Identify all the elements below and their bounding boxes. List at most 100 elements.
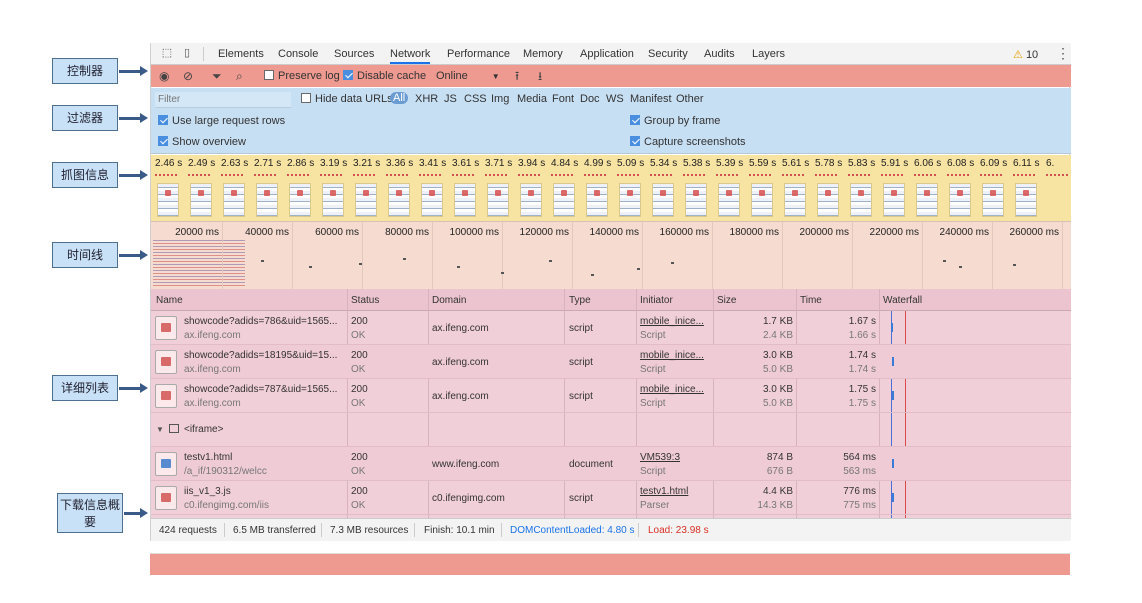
type-filter-js[interactable]: JS [444, 93, 457, 105]
column-initiator[interactable]: Initiator [640, 295, 673, 306]
screenshot-frame[interactable]: 5.39 s [712, 155, 746, 221]
column-waterfall[interactable]: Waterfall [883, 295, 922, 306]
request-name[interactable]: showcode?adids=787&uid=1565... [184, 384, 344, 395]
filter-input[interactable] [155, 92, 291, 108]
screenshot-frame[interactable]: 4.99 s [580, 155, 614, 221]
preserve-log-checkbox[interactable]: Preserve log [264, 70, 340, 82]
screenshot-frame[interactable]: 3.94 s [514, 155, 548, 221]
tab-console[interactable]: Console [278, 48, 318, 60]
type-filter-manifest[interactable]: Manifest [630, 93, 672, 105]
tab-audits[interactable]: Audits [704, 48, 735, 60]
type-filter-other[interactable]: Other [676, 93, 704, 105]
screenshot-frame[interactable]: 2.46 s [151, 155, 185, 221]
request-initiator[interactable]: mobile_inice... [640, 384, 710, 395]
request-name[interactable]: testv1.html [184, 452, 344, 463]
screenshot-frame[interactable]: 2.49 s [184, 155, 218, 221]
screenshot-frame[interactable]: 2.63 s [217, 155, 251, 221]
type-filter-media[interactable]: Media [517, 93, 547, 105]
warning-counter[interactable]: ⚠ 10 [1013, 48, 1038, 61]
tab-sources[interactable]: Sources [334, 48, 374, 60]
screenshot-frame[interactable]: 3.71 s [481, 155, 515, 221]
group-by-frame-checkbox[interactable]: Group by frame [630, 115, 720, 127]
show-overview-box[interactable] [158, 136, 168, 146]
waterfall-bar[interactable] [892, 459, 894, 468]
waterfall-bar[interactable] [891, 323, 893, 332]
screenshot-frame[interactable]: 3.41 s [415, 155, 449, 221]
type-filter-all[interactable]: All [390, 92, 409, 104]
filter-icon[interactable]: ⏷ [212, 69, 222, 83]
screenshot-frame[interactable]: 3.61 s [448, 155, 482, 221]
screenshot-frame[interactable]: 3.21 s [349, 155, 383, 221]
request-initiator[interactable]: VM539:3 [640, 452, 710, 463]
capture-screenshots-checkbox[interactable]: Capture screenshots [630, 136, 746, 148]
clear-icon[interactable]: ⊘ [183, 69, 193, 83]
screenshot-frame[interactable]: 5.91 s [877, 155, 911, 221]
screenshot-frame[interactable]: 6.11 s [1009, 155, 1043, 221]
group-by-frame-box[interactable] [630, 115, 640, 125]
table-row[interactable]: showcode?adids=786&uid=1565... ax.ifeng.c… [151, 311, 1071, 345]
screenshot-frame[interactable]: 5.09 s [613, 155, 647, 221]
table-row[interactable]: showcode?adids=787&uid=1565... ax.ifeng.c… [151, 379, 1071, 413]
waterfall-bar[interactable] [892, 493, 894, 502]
frame-group-row[interactable]: ▼ <iframe> [151, 413, 1071, 447]
screenshot-frame[interactable]: 3.36 s [382, 155, 416, 221]
screenshot-frame[interactable]: 5.34 s [646, 155, 680, 221]
screenshot-frame[interactable]: 6.06 s [910, 155, 944, 221]
request-initiator[interactable]: mobile_inice... [640, 316, 710, 327]
tab-performance[interactable]: Performance [447, 48, 510, 60]
large-rows-box[interactable] [158, 115, 168, 125]
request-name[interactable]: iis_v1_3.js [184, 486, 344, 497]
tab-elements[interactable]: Elements [218, 48, 264, 60]
column-status[interactable]: Status [351, 295, 379, 306]
export-har-icon[interactable]: ⭳ [538, 69, 542, 83]
tab-memory[interactable]: Memory [523, 48, 563, 60]
record-icon[interactable]: ◉ [159, 69, 169, 83]
import-har-icon[interactable]: ⭱ [515, 69, 519, 83]
overview-timeline[interactable]: 20000 ms 40000 ms 60000 ms 80000 ms 100000 m… [151, 221, 1071, 289]
table-row[interactable]: iis_v1_3.js c0.ifengimg.com/iis 200 OK c0.if… [151, 481, 1071, 515]
screenshot-frame[interactable]: 5.83 s [844, 155, 878, 221]
hide-data-urls-checkbox[interactable]: Hide data URLs [301, 93, 393, 105]
capture-screenshots-box[interactable] [630, 136, 640, 146]
type-filter-doc[interactable]: Doc [580, 93, 600, 105]
request-initiator[interactable]: testv1.html [640, 486, 710, 497]
screenshot-frame[interactable]: 5.61 s [778, 155, 812, 221]
disable-cache-box[interactable] [343, 70, 353, 80]
cursor-select-icon[interactable]: ⬚ [161, 47, 173, 59]
large-rows-checkbox[interactable]: Use large request rows [158, 115, 285, 127]
column-size[interactable]: Size [717, 295, 736, 306]
waterfall-bar[interactable] [892, 357, 894, 366]
screenshot-frame[interactable]: 6.08 s [943, 155, 977, 221]
device-toolbar-icon[interactable]: ▯ [181, 47, 193, 59]
throttling-select[interactable]: Online ▼ [436, 70, 500, 82]
screenshot-frame[interactable]: 4.84 s [547, 155, 581, 221]
request-name[interactable]: showcode?adids=786&uid=1565... [184, 316, 344, 327]
column-type[interactable]: Type [569, 295, 591, 306]
screenshot-frame[interactable]: 5.38 s [679, 155, 713, 221]
screenshot-frame[interactable]: 6.09 s [976, 155, 1010, 221]
search-icon[interactable]: ⌕ [236, 69, 243, 83]
screenshot-frame[interactable]: 5.59 s [745, 155, 779, 221]
request-name[interactable]: showcode?adids=18195&uid=15... [184, 350, 344, 361]
expand-caret-icon[interactable]: ▼ [156, 425, 164, 434]
tab-security[interactable]: Security [648, 48, 688, 60]
column-time[interactable]: Time [800, 295, 822, 306]
table-row[interactable]: testv1.html/a_if/190312/welcc 200 OK www.if… [151, 447, 1071, 481]
type-filter-img[interactable]: Img [491, 93, 509, 105]
screenshot-frame[interactable]: 6. [1042, 155, 1071, 221]
type-filter-xhr[interactable]: XHR [415, 93, 438, 105]
column-name[interactable]: Name [156, 295, 183, 306]
tab-application[interactable]: Application [580, 48, 634, 60]
type-filter-css[interactable]: CSS [464, 93, 487, 105]
show-overview-checkbox[interactable]: Show overview [158, 136, 246, 148]
waterfall-bar[interactable] [892, 391, 894, 400]
screenshot-frame[interactable]: 3.19 s [316, 155, 350, 221]
screenshot-frame[interactable]: 2.86 s [283, 155, 317, 221]
preserve-log-box[interactable] [264, 70, 274, 80]
hide-data-urls-box[interactable] [301, 93, 311, 103]
tab-layers[interactable]: Layers [752, 48, 785, 60]
screenshot-frame[interactable]: 2.71 s [250, 155, 284, 221]
type-filter-ws[interactable]: WS [606, 93, 624, 105]
screenshot-frame[interactable]: 5.78 s [811, 155, 845, 221]
column-domain[interactable]: Domain [432, 295, 466, 306]
